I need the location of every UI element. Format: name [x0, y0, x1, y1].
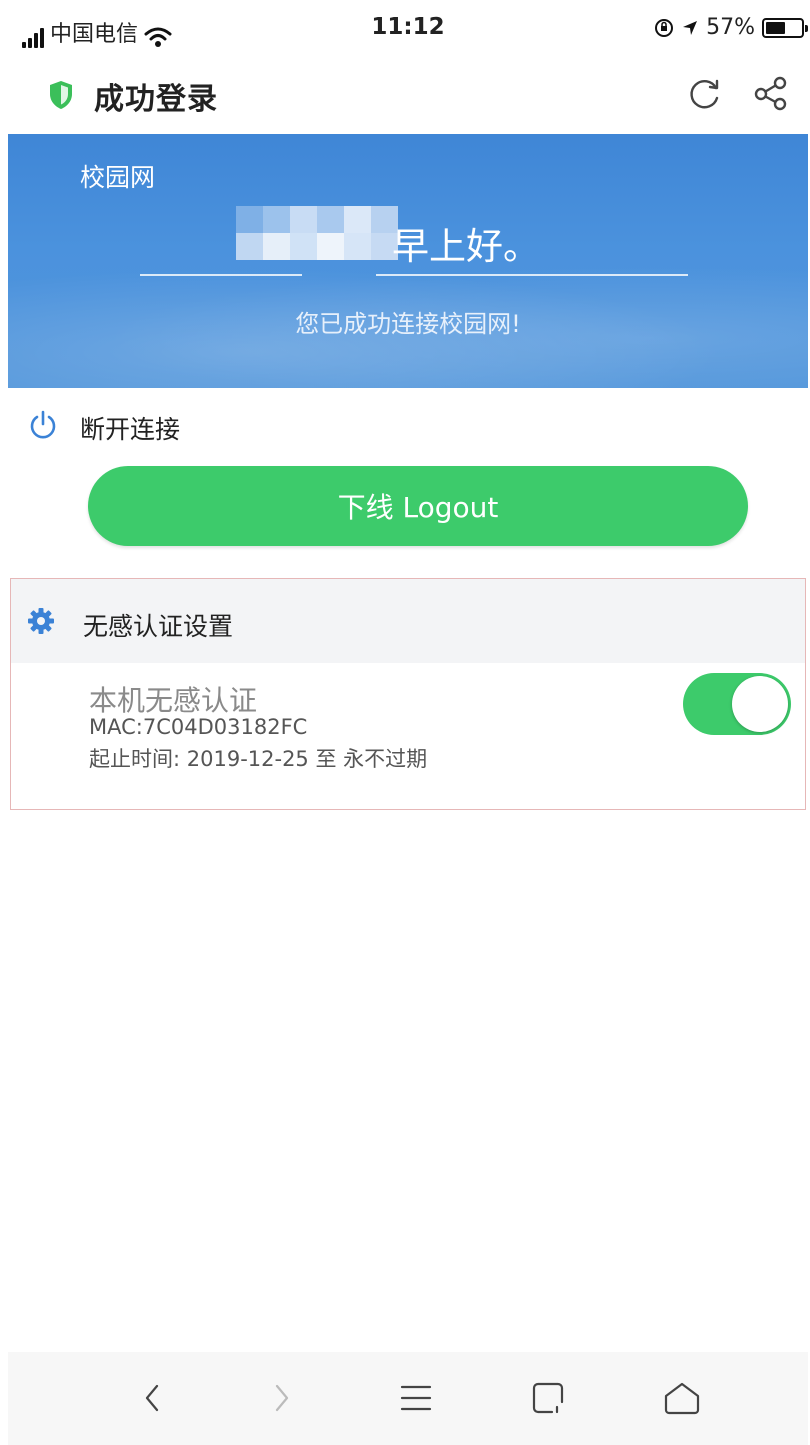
power-icon — [30, 410, 56, 439]
refresh-icon[interactable] — [686, 76, 722, 112]
device-mac: MAC:7C04D03182FC — [89, 715, 308, 739]
share-icon[interactable] — [752, 74, 790, 112]
site-name: 校园网 — [80, 163, 156, 192]
auth-toggle[interactable] — [683, 673, 791, 735]
device-auth-name: 本机无感认证 — [89, 684, 258, 717]
connection-status: 您已成功连接校园网! — [295, 310, 521, 338]
back-icon[interactable] — [130, 1376, 174, 1420]
shield-icon — [50, 81, 72, 109]
orientation-lock-icon — [655, 18, 674, 37]
disconnect-label: 断开连接 — [80, 415, 181, 444]
auth-settings-header: 无感认证设置 — [11, 579, 805, 663]
battery-icon — [762, 17, 808, 38]
title-bar: 成功登录 — [8, 56, 808, 134]
underline-right — [376, 274, 688, 276]
disconnect-section: 断开连接 — [8, 388, 808, 464]
auth-settings-title: 无感认证设置 — [83, 612, 234, 641]
gear-icon — [28, 608, 54, 634]
welcome-banner: 校园网 早上好。 您已成功连接校园网! — [8, 134, 808, 388]
auth-settings-panel: 无感认证设置 本机无感认证 MAC:7C04D03182FC 起止时间: 201… — [10, 578, 806, 810]
battery-percent: 57% — [706, 15, 755, 40]
menu-icon[interactable] — [394, 1376, 438, 1420]
auth-period: 起止时间: 2019-12-25 至 永不过期 — [89, 747, 428, 771]
redacted-username — [236, 206, 398, 260]
home-icon[interactable] — [660, 1376, 704, 1420]
status-bar: 中国电信 11:12 57% — [8, 0, 808, 56]
tabs-icon[interactable] — [526, 1376, 570, 1420]
page-title: 成功登录 — [94, 82, 218, 117]
bottom-nav — [8, 1352, 808, 1445]
toggle-knob — [732, 676, 788, 732]
forward-icon[interactable] — [260, 1376, 304, 1420]
logout-label: 下线 Logout — [337, 491, 499, 524]
location-icon — [683, 20, 698, 35]
greeting-text: 早上好。 — [392, 225, 540, 268]
underline-left — [140, 274, 302, 276]
phone-screen: 中国电信 11:12 57% 成功登录 校园网 早上好。 您已成功连接校园网! … — [8, 0, 808, 1445]
logout-button[interactable]: 下线 Logout — [88, 466, 748, 546]
